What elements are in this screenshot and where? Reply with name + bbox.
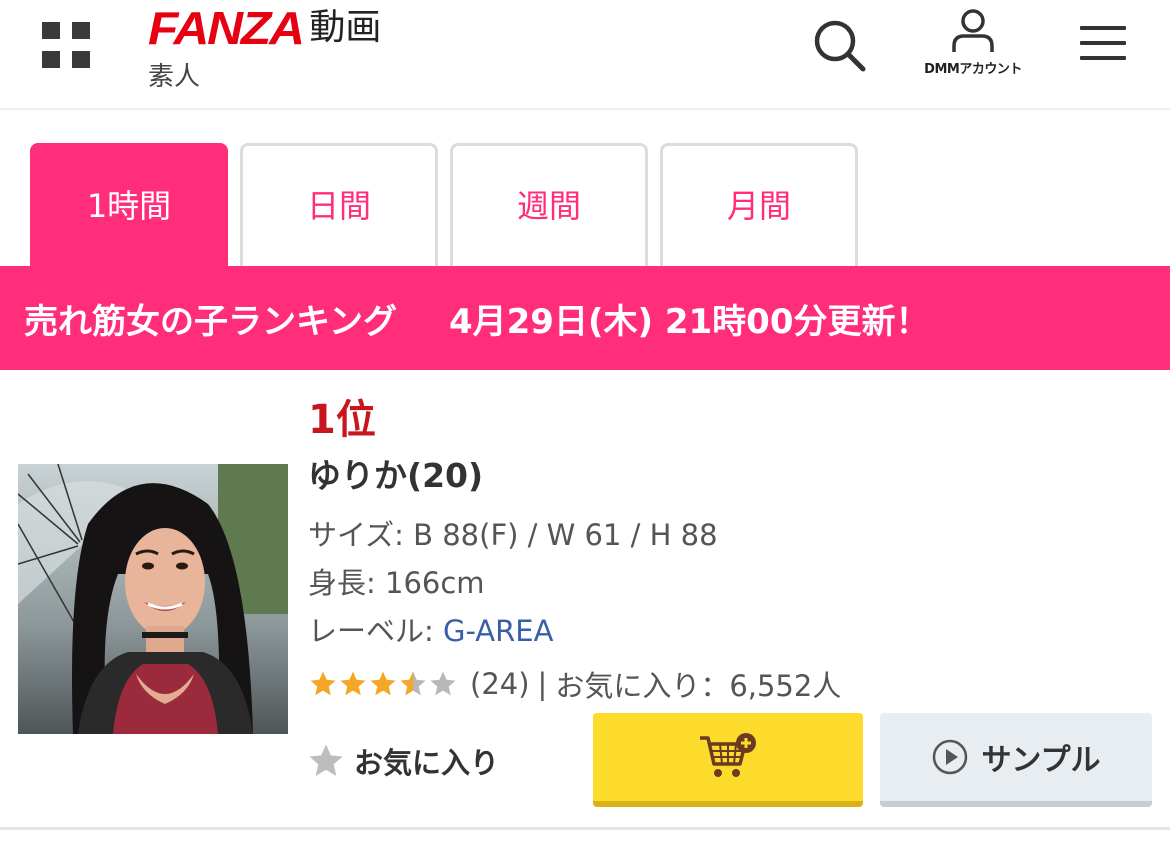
favorites-count: お気に入り：6,552人 [555,669,842,703]
star-full-icon [340,671,366,696]
play-circle-icon [933,739,968,775]
grid-square [42,22,60,39]
account-label: DMMアカウント [924,62,1022,77]
menu-bar [1080,26,1126,30]
site-header: FANZA 動画 素人 DMMアカウント [0,0,1170,110]
add-to-cart-button[interactable] [593,713,863,807]
item-divider [0,827,1170,830]
add-favorite-button[interactable]: お気に入り [306,736,499,786]
tab-monthly[interactable]: 月間 [660,143,858,267]
separator: | [537,667,548,701]
search-button[interactable] [812,18,868,74]
profile-thumbnail[interactable] [18,464,288,734]
menu-bar [1080,41,1126,45]
tab-label: 1時間 [86,186,172,225]
grid-menu-icon[interactable] [42,22,90,68]
grid-square [72,22,90,39]
tab-label: 月間 [726,186,791,225]
sample-button-label: サンプル [981,743,1101,778]
logo-suffix: 動画 [309,7,382,48]
star-empty-icon [430,671,456,696]
favorite-button-label: お気に入り [354,746,500,780]
review-count[interactable]: (24) [470,667,530,701]
tab-label: 日間 [306,186,371,225]
star-full-icon [310,671,336,696]
tab-1-hour[interactable]: 1時間 [30,143,228,267]
size-info: サイズ: B 88(F) / W 61 / H 88 [308,518,718,552]
star-outline-icon [309,744,343,776]
hamburger-menu-icon[interactable] [1080,24,1128,64]
tab-daily[interactable]: 日間 [240,143,438,267]
rating-row: (24) | お気に入り：6,552人 [308,662,841,706]
profile-photo [18,464,288,734]
ranking-banner: 売れ筋女の子ランキング 4月29日(木) 21時00分更新！ [0,266,1170,370]
rank-number: 1位 [308,397,376,443]
label-info: レーベル: G-AREA [308,614,553,649]
account-button[interactable]: DMMアカウント [912,8,1034,88]
sample-play-button[interactable]: サンプル [880,713,1152,807]
star-half-icon [400,671,426,696]
star-full-icon [370,671,396,696]
cart-add-icon [700,733,756,777]
grid-square [42,51,60,68]
tab-label: 週間 [516,186,581,225]
search-icon [814,20,866,72]
category-subtitle: 素人 [148,62,201,92]
tab-weekly[interactable]: 週間 [450,143,648,267]
grid-square [72,51,90,68]
label-link[interactable]: G-AREA [443,614,553,648]
ranking-title: 売れ筋女の子ランキング [24,301,397,342]
brand-logo-link[interactable]: FANZA 動画 [148,2,381,54]
fanza-logo: FANZA [148,2,305,54]
height-info: 身長: 166cm [308,566,485,600]
menu-bar [1080,56,1126,60]
rating-stars [308,669,458,699]
user-icon [952,9,994,52]
label-prefix: レーベル: [308,614,443,648]
update-timestamp: 4月29日(木) 21時00分更新！ [448,301,930,342]
performer-name[interactable]: ゆりか(20) [308,456,483,496]
